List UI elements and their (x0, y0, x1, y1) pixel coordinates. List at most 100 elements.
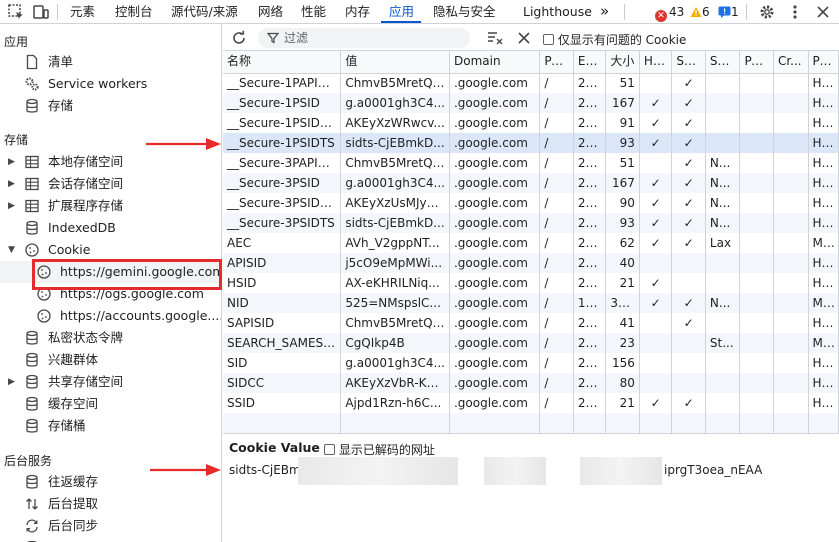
table-row[interactable]: NID 525=NMspslC... .google.com/15... 31... ✓… (223, 293, 839, 313)
expand-arrow-icon[interactable]: ▶ (8, 173, 15, 195)
sidebar-item-manifest[interactable]: 清单 (0, 51, 221, 73)
column-header[interactable]: 值 (340, 51, 450, 74)
more-tabs-chevron-icon[interactable]: » (600, 0, 609, 23)
column-header[interactable]: Ht... (639, 51, 673, 74)
sidebar-item-cookies[interactable]: ▼ Cookie (0, 239, 221, 261)
table-row[interactable]: SIDCC AKEyXzVbR-K9... .google.com/20... 80 H… (223, 373, 839, 393)
device-toolbar-icon[interactable] (32, 3, 50, 21)
column-header[interactable]: Pa... (539, 51, 574, 74)
table-row[interactable]: SID g.a0001gh3C4... .google.com/20... 156 Hi… (223, 353, 839, 373)
tab-performance[interactable]: 性能 (301, 0, 326, 23)
table-cell: .google.com (449, 93, 541, 113)
sidebar-item-shared-storage[interactable]: ▶ 共享存储空间 (0, 371, 221, 393)
tab-elements[interactable]: 元素 (70, 0, 95, 23)
toolbar-divider (57, 4, 58, 20)
sidebar-item-background-sync[interactable]: 后台同步 (0, 515, 221, 537)
tab-privacy-security[interactable]: 隐私与安全 (433, 0, 496, 23)
column-header[interactable]: Cr... (773, 51, 809, 74)
table-cell (739, 133, 774, 153)
column-header[interactable]: 大小 (605, 51, 640, 74)
table-row[interactable]: __Secure-3PSIDCC AKEyXzUsMJy5... .google.c… (223, 193, 839, 213)
cookie-value-tail-text[interactable]: iprgT3oea_nEAA (664, 463, 762, 477)
show-decoded-toggle[interactable]: 显示已解码的网址 (324, 441, 435, 458)
sidebar-item-indexeddb[interactable]: IndexedDB (0, 217, 221, 239)
column-header[interactable]: Se... (671, 51, 706, 74)
issues-counter[interactable]: 1 (718, 3, 739, 21)
table-cell: 51 (605, 73, 640, 93)
table-row[interactable]: __Secure-1PSIDTS sidts-CjEBmkD... .google.… (223, 133, 839, 153)
sidebar-item-local-storage[interactable]: ▶ 本地存储空间 (0, 151, 221, 173)
sidebar-item-cookie-accounts[interactable]: https://accounts.google.... (0, 305, 221, 327)
table-cell: ✓ (639, 293, 673, 313)
refresh-icon[interactable] (231, 30, 247, 46)
sidebar-item-more[interactable] (0, 537, 221, 542)
table-row[interactable]: HSID AX-eKHRILNiq... .google.com/20... 21 ✓ H… (223, 273, 839, 293)
cookie-value-text[interactable]: sidts-CjEBm (229, 463, 301, 477)
table-cell: .google.com (449, 113, 541, 133)
more-options-icon[interactable] (786, 3, 804, 21)
table-cell: 91 (605, 113, 640, 133)
delete-all-icon[interactable] (517, 31, 531, 45)
column-header[interactable]: Sa... (705, 51, 741, 74)
sidebar-item-private-state-tokens[interactable]: 私密状态令牌 (0, 327, 221, 349)
table-cell: 525=NMspslC... (340, 293, 450, 313)
table-icon (25, 155, 39, 169)
database-icon (26, 396, 38, 411)
table-cell: ChmvB5MretQi... (340, 73, 450, 93)
filter-input[interactable]: 过滤 (258, 28, 470, 48)
table-row[interactable]: APISID j5cO9eMpMWi... .google.com/20... 40 H… (223, 253, 839, 273)
sidebar-item-service-workers[interactable]: Service workers (0, 73, 221, 95)
collapse-arrow-icon[interactable]: ▼ (8, 239, 15, 261)
sidebar-item-cache-storage[interactable]: 缓存空间 (0, 393, 221, 415)
show-decoded-checkbox[interactable] (324, 444, 335, 455)
table-row[interactable]: __Secure-1PAPISID ChmvB5MretQi... .google.… (223, 73, 839, 93)
column-header[interactable]: Pri... (808, 51, 839, 74)
table-row[interactable]: AEC AVh_V2gppNT... .google.com/20... 62 ✓ ✓ La… (223, 233, 839, 253)
tab-sources[interactable]: 源代码/来源 (171, 0, 238, 23)
column-header[interactable]: Pa... (739, 51, 774, 74)
only-issues-toggle[interactable]: 仅显示有问题的 Cookie (543, 31, 686, 48)
table-row[interactable]: SSID Ajpd1Rzn-h6C... .google.com/20... 21 ✓ ✓… (223, 393, 839, 413)
sidebar-item-session-storage[interactable]: ▶ 会话存储空间 (0, 173, 221, 195)
close-devtools-icon[interactable] (814, 3, 832, 21)
table-cell: 90 (605, 193, 640, 213)
table-row[interactable]: __Secure-3PSIDTS sidts-CjEBmkD... .google.… (223, 213, 839, 233)
expand-arrow-icon[interactable]: ▶ (8, 371, 15, 393)
table-cell: 20... (573, 173, 607, 193)
sidebar-item-extension-storage[interactable]: ▶ 扩展程序存储 (0, 195, 221, 217)
clear-filtered-cookies-icon[interactable] (487, 30, 503, 46)
settings-gear-icon[interactable] (758, 3, 776, 21)
table-row[interactable]: __Secure-1PSID g.a0001gh3C4... .google.com… (223, 93, 839, 113)
warnings-counter[interactable]: 6 (690, 3, 710, 21)
column-header[interactable]: 名称 (223, 51, 342, 74)
table-cell (773, 133, 809, 153)
sidebar-item-storage-buckets[interactable]: 存储桶 (0, 415, 221, 437)
table-cell (808, 413, 839, 433)
inspect-element-icon[interactable] (7, 3, 25, 21)
tab-console[interactable]: 控制台 (115, 0, 153, 23)
table-row[interactable]: SAPISID ChmvB5MretQi... .google.com/20... 4… (223, 313, 839, 333)
sidebar-item-interest-groups[interactable]: 兴趣群体 (0, 349, 221, 371)
sidebar-item-storage-overview[interactable]: 存储 (0, 95, 221, 117)
table-cell: .google.com (449, 193, 541, 213)
column-header[interactable]: Ex... (573, 51, 607, 74)
table-cell: / (539, 233, 574, 253)
table-cell: 93 (605, 213, 640, 233)
table-row[interactable]: __Secure-1PSIDCC AKEyXzWRwcv... .google.co… (223, 113, 839, 133)
tab-application[interactable]: 应用 (389, 0, 414, 23)
tab-network[interactable]: 网络 (258, 0, 283, 23)
tab-memory[interactable]: 内存 (345, 0, 370, 23)
table-row[interactable]: __Secure-3PSID g.a0001gh3C4... .google.com… (223, 173, 839, 193)
table-cell: ✓ (671, 213, 706, 233)
expand-arrow-icon[interactable]: ▶ (8, 195, 15, 217)
tab-lighthouse[interactable]: Lighthouse (523, 0, 592, 23)
errors-counter[interactable]: ✕ 43 (655, 3, 684, 22)
sidebar-item-background-fetch[interactable]: 后台提取 (0, 493, 221, 515)
table-cell (705, 93, 741, 113)
table-cell: ✓ (671, 193, 706, 213)
only-issues-checkbox[interactable] (543, 34, 554, 45)
table-row[interactable]: __Secure-3PAPISID ChmvB5MretQi... .google.… (223, 153, 839, 173)
expand-arrow-icon[interactable]: ▶ (8, 151, 15, 173)
column-header[interactable]: Domain (449, 51, 541, 74)
table-row[interactable]: SEARCH_SAMESI... CgQIkp4B .google.com/20..… (223, 333, 839, 353)
